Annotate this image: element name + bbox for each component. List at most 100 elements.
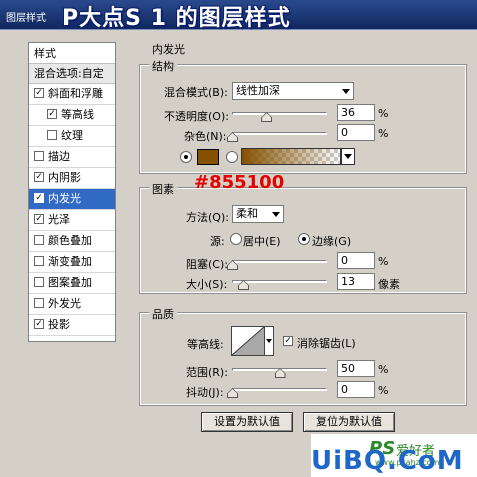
glow-color-swatch[interactable] <box>197 149 219 165</box>
gradient-radio[interactable] <box>226 151 238 163</box>
style-checkbox[interactable] <box>34 256 44 266</box>
blend-mode-value: 线性加深 <box>236 84 280 97</box>
blending-options-item[interactable]: 混合选项:自定 <box>29 64 115 84</box>
noise-slider-thumb[interactable] <box>227 132 238 142</box>
jitter-slider-thumb[interactable] <box>227 388 238 398</box>
range-label: 范围(R): <box>186 366 228 379</box>
choke-input[interactable]: 0 <box>337 252 375 269</box>
style-item[interactable]: ✓ 等高线 <box>29 105 115 126</box>
noise-slider[interactable] <box>232 132 327 135</box>
blend-mode-select[interactable]: 线性加深 <box>232 82 354 100</box>
chevron-down-icon <box>342 89 350 94</box>
source-edge-radio[interactable] <box>298 233 310 245</box>
style-item[interactable]: ✓ 斜面和浮雕 <box>29 84 115 105</box>
styles-list: 样式 混合选项:自定 ✓ 斜面和浮雕 ✓ 等高线纹理描边 ✓ 内阴影 ✓ 内发光 ✓ 光泽颜色叠加… <box>28 42 116 342</box>
style-checkbox[interactable]: ✓ <box>34 88 44 98</box>
jitter-label: 抖动(J): <box>186 386 224 399</box>
jitter-input[interactable]: 0 <box>337 381 375 398</box>
style-checkbox[interactable] <box>47 130 57 140</box>
choke-slider[interactable] <box>232 260 327 263</box>
contour-curve-icon <box>231 326 265 356</box>
style-checkbox[interactable] <box>34 298 44 308</box>
style-checkbox[interactable]: ✓ <box>34 319 44 329</box>
technique-value: 柔和 <box>236 207 258 220</box>
style-checkbox[interactable]: ✓ <box>34 214 44 224</box>
style-item-label: 描边 <box>48 150 70 163</box>
range-slider-thumb[interactable] <box>275 368 286 378</box>
style-item-label: 图案叠加 <box>48 276 92 289</box>
style-item[interactable]: ✓ 光泽 <box>29 210 115 231</box>
style-item-label: 光泽 <box>48 213 70 226</box>
style-item[interactable]: ✓ 内发光 <box>29 189 115 210</box>
size-slider-thumb[interactable] <box>238 280 249 290</box>
style-checkbox[interactable]: ✓ <box>47 109 57 119</box>
color-annotation: #855100 <box>194 172 285 193</box>
style-item-label: 斜面和浮雕 <box>48 87 103 100</box>
source-center-label: 居中(E) <box>243 235 281 248</box>
choke-slider-thumb[interactable] <box>227 260 238 270</box>
reset-default-button[interactable]: 复位为默认值 <box>303 412 395 432</box>
style-item[interactable]: 外发光 <box>29 294 115 315</box>
styles-header[interactable]: 样式 <box>29 43 115 64</box>
contour-dropdown[interactable] <box>265 326 274 356</box>
watermark-logo: UiBQ.CoM <box>311 446 464 476</box>
size-input[interactable]: 13 <box>337 273 375 290</box>
style-item-label: 内阴影 <box>48 171 81 184</box>
source-label: 源: <box>210 235 225 248</box>
style-item[interactable]: ✓ 内阴影 <box>29 168 115 189</box>
blend-mode-label: 混合模式(B): <box>164 86 228 99</box>
opacity-unit: % <box>378 107 389 120</box>
source-edge-label: 边缘(G) <box>312 235 352 248</box>
size-label: 大小(S): <box>186 278 228 291</box>
gradient-dropdown[interactable] <box>341 148 355 165</box>
style-item[interactable]: ✓ 投影 <box>29 315 115 336</box>
tutorial-title: P大点S 1 的图层样式 <box>62 6 291 31</box>
contour-preview[interactable] <box>231 326 265 356</box>
antialias-label: 消除锯齿(L) <box>297 337 356 350</box>
technique-label: 方法(Q): <box>186 211 229 224</box>
style-item-label: 内发光 <box>48 192 81 205</box>
noise-unit: % <box>378 127 389 140</box>
style-item-label: 纹理 <box>61 129 83 142</box>
elements-title: 图素 <box>149 181 177 197</box>
technique-select[interactable]: 柔和 <box>232 205 284 223</box>
style-item[interactable]: 纹理 <box>29 126 115 147</box>
make-default-button[interactable]: 设置为默认值 <box>201 412 293 432</box>
range-unit: % <box>378 363 389 376</box>
opacity-slider[interactable] <box>232 112 327 115</box>
style-item-label: 投影 <box>48 318 70 331</box>
style-item[interactable]: 图案叠加 <box>29 273 115 294</box>
range-input[interactable]: 50 <box>337 360 375 377</box>
style-item[interactable]: 渐变叠加 <box>29 252 115 273</box>
style-item[interactable]: 描边 <box>29 147 115 168</box>
style-item-label: 渐变叠加 <box>48 255 92 268</box>
choke-label: 阻塞(C): <box>186 258 228 271</box>
source-center-radio[interactable] <box>230 233 242 245</box>
structure-title: 结构 <box>149 58 177 74</box>
style-checkbox[interactable]: ✓ <box>34 193 44 203</box>
jitter-unit: % <box>378 384 389 397</box>
gradient-preview[interactable] <box>241 148 341 165</box>
watermark: PS 爱好者 www.psahz.com UiBQ.CoM <box>311 434 477 477</box>
style-item-label: 颜色叠加 <box>48 234 92 247</box>
style-checkbox[interactable] <box>34 151 44 161</box>
window-title: 图层样式 <box>6 13 46 24</box>
style-checkbox[interactable]: ✓ <box>34 172 44 182</box>
quality-title: 品质 <box>149 306 177 322</box>
jitter-slider[interactable] <box>232 388 327 391</box>
title-bar: 图层样式 P大点S 1 的图层样式 <box>0 0 477 31</box>
solid-color-radio[interactable] <box>180 151 192 163</box>
style-checkbox[interactable] <box>34 277 44 287</box>
contour-label: 等高线: <box>187 338 224 351</box>
opacity-input[interactable]: 36 <box>337 104 375 121</box>
size-unit: 像素 <box>378 278 400 291</box>
style-item[interactable]: 颜色叠加 <box>29 231 115 252</box>
opacity-slider-thumb[interactable] <box>261 112 272 122</box>
style-item-label: 等高线 <box>61 108 94 121</box>
antialias-checkbox[interactable]: ✓ <box>283 336 293 346</box>
style-checkbox[interactable] <box>34 235 44 245</box>
opacity-label: 不透明度(O): <box>164 110 229 123</box>
noise-input[interactable]: 0 <box>337 124 375 141</box>
style-item-label: 外发光 <box>48 297 81 310</box>
chevron-down-icon <box>272 212 280 217</box>
